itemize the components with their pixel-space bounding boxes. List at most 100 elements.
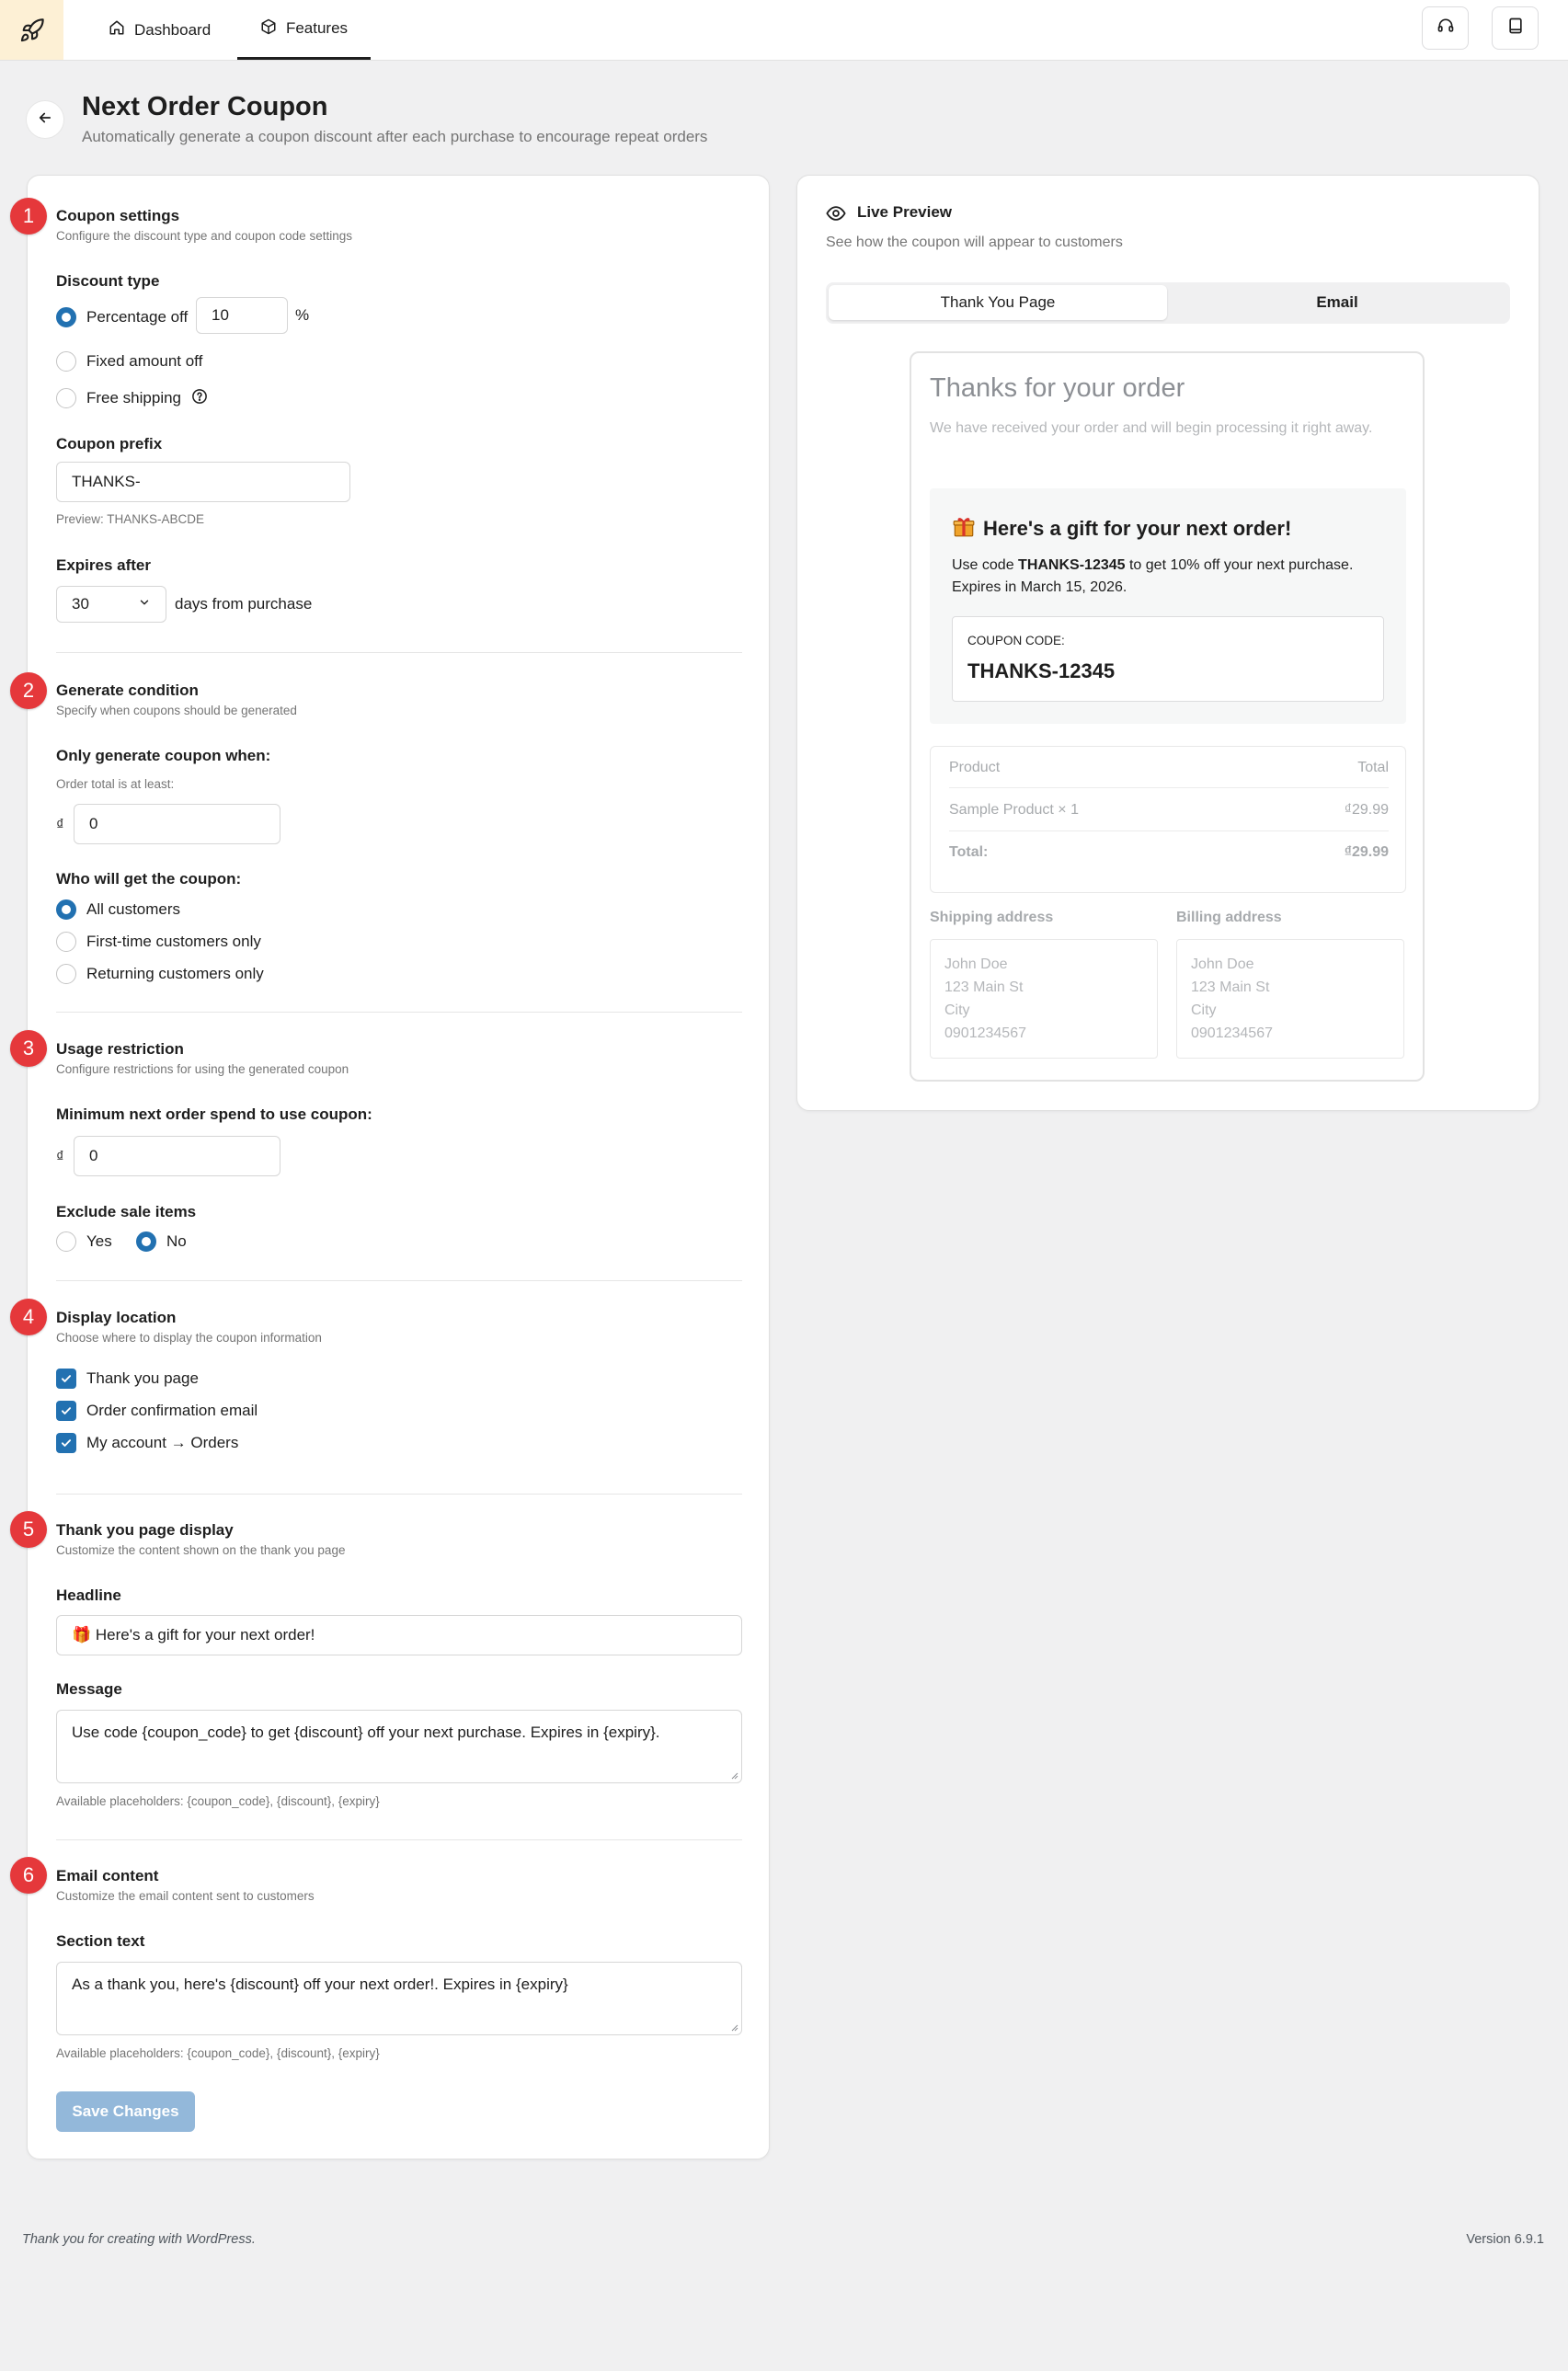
address-line: 0901234567 [944,1025,1026,1041]
currency-symbol: ₫ [56,1148,64,1165]
tab-dashboard[interactable]: Dashboard [109,0,211,60]
book-icon [1506,17,1525,40]
section-divider [56,652,742,653]
radio-label: Fixed amount off [86,352,203,370]
help-circle-icon[interactable] [191,388,208,409]
preview-desc: See how the coupon will appear to custom… [826,235,1123,250]
preview-tab-switcher: Thank You Page Email [826,282,1510,324]
preview-title: Live Preview [857,203,953,221]
message-label: Message [56,1680,122,1698]
radio-indicator[interactable] [56,307,76,327]
section-desc-condition: Specify when coupons should be generated [56,704,297,717]
min-order-total-input[interactable]: 0 [74,804,280,844]
address-line: John Doe [1191,956,1254,972]
section-number-badge: 5 [10,1511,47,1548]
radio-exclude-yes[interactable]: Yes [56,1231,112,1253]
home-icon [109,19,125,40]
section-desc-thankyou: Customize the content shown on the thank… [56,1543,346,1557]
box-icon [260,18,277,40]
radio-exclude-no[interactable]: No [136,1231,187,1253]
min-spend-input[interactable]: 0 [74,1136,280,1176]
section-title-coupon: Coupon settings [56,207,180,224]
section-title-thankyou: Thank you page display [56,1521,234,1539]
gift-msg-pre: Use code [952,557,1019,573]
mock-heading: Thanks for your order [930,373,1185,403]
only-generate-label: Only generate coupon when: [56,747,271,764]
footer-version: Version 6.9.1 [1466,2232,1544,2247]
checkbox-thank-you-page[interactable]: Thank you page [56,1368,199,1390]
checkbox-my-account-orders[interactable]: My account → Orders [56,1432,238,1454]
section-number-badge: 1 [10,198,47,235]
checkmark-icon[interactable] [56,1369,76,1389]
radio-indicator[interactable] [136,1231,156,1252]
checkbox-label: Order confirmation email [86,1402,258,1419]
radio-percentage-off[interactable]: Percentage off [56,306,188,328]
rocket-logo-icon[interactable] [0,0,63,60]
checkbox-label: Thank you page [86,1369,199,1387]
coupon-code-value: THANKS-12345 [967,659,1116,682]
resize-handle-icon[interactable] [729,1770,738,1780]
gift-msg-code: THANKS-12345 [1018,557,1126,573]
expires-select[interactable]: 30 [56,586,166,623]
address-line: John Doe [944,956,1008,972]
support-button[interactable] [1422,6,1469,50]
table-divider [949,787,1389,788]
coupon-code-box: COUPON CODE: THANKS-12345 [952,616,1384,702]
section-desc-coupon: Configure the discount type and coupon c… [56,229,352,243]
table-cell-product: Sample Product × 1 [949,802,1079,818]
address-line: City [1191,1002,1217,1018]
exclude-sale-label: Exclude sale items [56,1203,197,1220]
section-title-usage: Usage restriction [56,1040,184,1058]
tab-email[interactable]: Email [1167,285,1507,320]
section-text-label: Section text [56,1932,145,1950]
radio-returning-customers[interactable]: Returning customers only [56,963,264,985]
radio-label: Returning customers only [86,965,264,982]
section-text-textarea[interactable]: As a thank you, here's {discount} off yo… [56,1962,742,2035]
tab-features[interactable]: Features [237,0,371,60]
back-button[interactable] [26,100,64,139]
radio-all-customers[interactable]: All customers [56,899,180,921]
top-navigation-bar: Dashboard Features [0,0,1568,61]
message-textarea[interactable]: Use code {coupon_code} to get {discount}… [56,1710,742,1783]
gift-title-text: Here's a gift for your next order! [983,517,1292,540]
percentage-input[interactable]: 10 [196,297,288,334]
table-total-label: Total: [949,844,989,860]
radio-indicator[interactable] [56,1231,76,1252]
radio-indicator[interactable] [56,932,76,952]
expires-select-value: 30 [72,595,89,613]
radio-label: No [166,1232,187,1250]
resize-handle-icon[interactable] [729,2022,738,2032]
radio-free-shipping[interactable]: Free shipping [56,387,208,409]
radio-first-time-customers[interactable]: First-time customers only [56,931,261,953]
placeholders-hint: Available placeholders: {coupon_code}, {… [56,1794,380,1808]
headset-icon [1436,17,1455,40]
radio-label: Free shipping [86,389,182,407]
checkmark-icon[interactable] [56,1433,76,1453]
coupon-prefix-input[interactable]: THANKS- [56,462,350,502]
min-spend-label: Minimum next order spend to use coupon: [56,1105,372,1123]
save-changes-button[interactable]: Save Changes [56,2091,195,2132]
docs-button[interactable] [1492,6,1539,50]
arrow-left-icon [37,109,53,131]
headline-input[interactable]: 🎁 Here's a gift for your next order! [56,1615,742,1655]
radio-indicator[interactable] [56,351,76,372]
address-line: 0901234567 [1191,1025,1273,1041]
expires-suffix: days from purchase [175,595,313,613]
checkmark-icon[interactable] [56,1401,76,1421]
address-line: 123 Main St [1191,979,1270,995]
coupon-code-label: COUPON CODE: [967,634,1065,647]
radio-indicator[interactable] [56,899,76,920]
tab-thank-you-page[interactable]: Thank You Page [829,285,1167,320]
discount-type-label: Discount type [56,272,160,290]
table-header-product: Product [949,760,1001,775]
who-gets-coupon-label: Who will get the coupon: [56,870,242,888]
checkbox-order-confirmation-email[interactable]: Order confirmation email [56,1400,258,1422]
section-divider [56,1280,742,1281]
percent-suffix: % [295,306,310,324]
checkbox-label: My account → Orders [86,1434,239,1451]
radio-indicator[interactable] [56,388,76,408]
radio-fixed-amount[interactable]: Fixed amount off [56,350,202,372]
radio-indicator[interactable] [56,964,76,984]
gift-icon [952,514,976,544]
headline-label: Headline [56,1586,121,1604]
